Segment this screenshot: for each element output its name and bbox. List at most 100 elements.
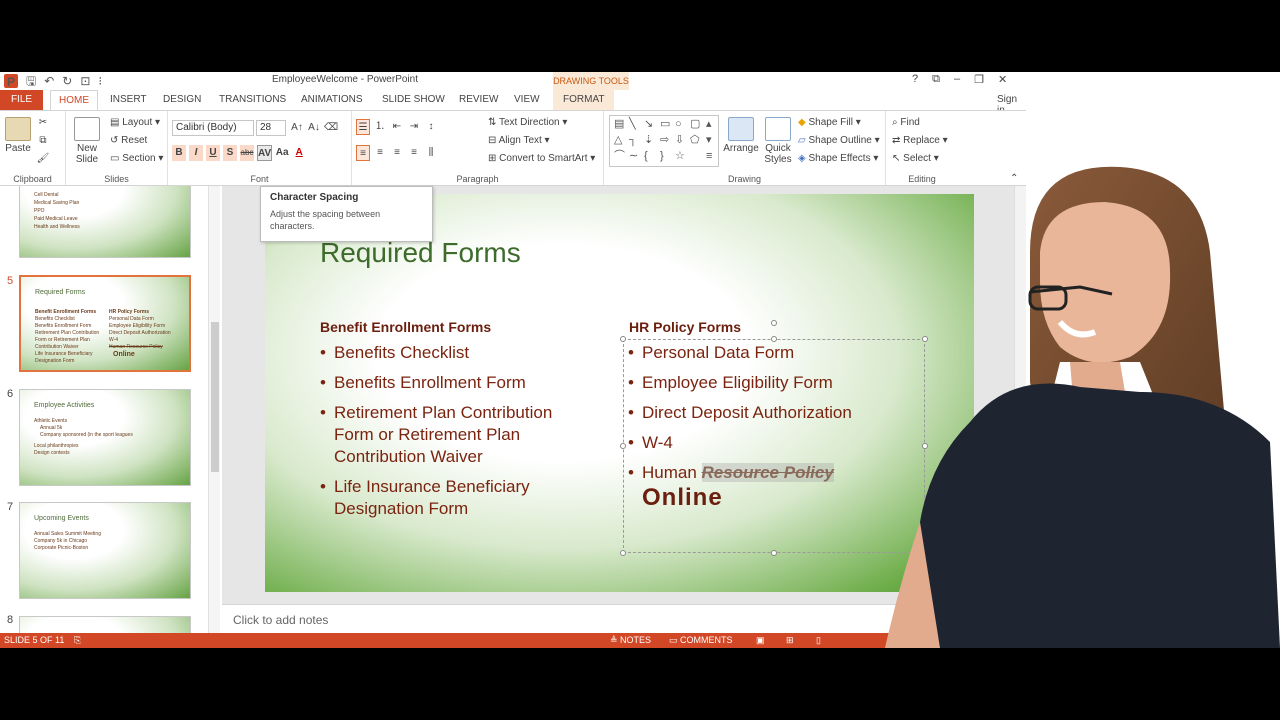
strikethrough-button[interactable]: abc xyxy=(240,145,254,161)
arrow-down-shape-icon[interactable]: ⇣ xyxy=(644,135,653,146)
rotate-handle-icon[interactable] xyxy=(771,320,777,326)
online-text[interactable]: Online xyxy=(642,484,723,512)
right-column-heading[interactable]: HR Policy Forms xyxy=(629,319,741,335)
shape-fill-button[interactable]: ◆ Shape Fill ▾ xyxy=(798,117,861,128)
help-icon[interactable]: ? xyxy=(912,73,918,86)
slide-thumbnail-8[interactable] xyxy=(19,616,191,633)
normal-view-icon[interactable]: ▣ xyxy=(756,635,765,646)
down-arrow-shape-icon[interactable]: ⇩ xyxy=(675,135,684,146)
star-shape-icon[interactable]: ☆ xyxy=(675,151,685,162)
minimize-icon[interactable]: – xyxy=(954,73,960,86)
list-item[interactable]: Human Resource Policy xyxy=(628,462,918,484)
tab-animations[interactable]: ANIMATIONS xyxy=(301,90,362,110)
gallery-up-icon[interactable]: ▴ xyxy=(706,119,712,130)
redo-icon[interactable]: ↻ xyxy=(62,73,72,89)
left-brace-shape-icon[interactable]: { xyxy=(644,151,648,162)
right-arrow-shape-icon[interactable]: ⇨ xyxy=(660,135,669,146)
align-center-icon[interactable]: ≡ xyxy=(373,145,387,161)
list-item[interactable]: Direct Deposit Authorization xyxy=(628,402,918,424)
elbow-connector-shape-icon[interactable]: ┐ xyxy=(629,135,637,146)
struck-text[interactable]: Resource Policy xyxy=(701,463,834,482)
close-icon[interactable]: ✕ xyxy=(998,73,1007,86)
undo-icon[interactable]: ↶ xyxy=(44,73,54,89)
thumbnails-scroll-thumb[interactable] xyxy=(211,322,219,472)
list-item[interactable]: Benefits Checklist xyxy=(320,342,590,364)
tab-review[interactable]: REVIEW xyxy=(459,90,498,110)
resize-handle[interactable] xyxy=(620,550,626,556)
save-icon[interactable]: 🖫 xyxy=(26,73,36,89)
tab-slide-show[interactable]: SLIDE SHOW xyxy=(382,90,445,110)
line-shape-icon[interactable]: ╲ xyxy=(629,119,636,130)
line-spacing-icon[interactable]: ↕ xyxy=(424,119,438,135)
tab-transitions[interactable]: TRANSITIONS xyxy=(219,90,286,110)
justify-icon[interactable]: ≡ xyxy=(407,145,421,161)
text-direction-button[interactable]: ⇅ Text Direction ▾ xyxy=(488,117,567,128)
list-item[interactable]: Retirement Plan Contribution Form or Ret… xyxy=(320,402,590,468)
copy-icon[interactable]: ⧉ xyxy=(36,133,50,149)
list-item[interactable]: Life Insurance Beneficiary Designation F… xyxy=(320,476,590,520)
tab-view[interactable]: VIEW xyxy=(514,90,540,110)
character-spacing-button[interactable]: AV xyxy=(257,145,273,161)
gallery-more-icon[interactable]: ≡ xyxy=(706,151,712,162)
align-left-icon[interactable]: ≡ xyxy=(356,145,370,161)
ribbon-display-icon[interactable]: ⧉ xyxy=(932,73,940,86)
font-size-box[interactable]: 28 xyxy=(256,120,286,136)
columns-icon[interactable]: ⫼ xyxy=(424,145,438,161)
bullets-icon[interactable]: ☰ xyxy=(356,119,370,135)
textbox-shape-icon[interactable]: ▤ xyxy=(614,119,624,130)
decrease-indent-icon[interactable]: ⇤ xyxy=(390,119,404,135)
font-color-button[interactable]: A xyxy=(292,145,306,161)
tab-file[interactable]: FILE xyxy=(0,90,43,110)
align-right-icon[interactable]: ≡ xyxy=(390,145,404,161)
right-bullet-list[interactable]: Personal Data Form Employee Eligibility … xyxy=(628,342,918,492)
cut-icon[interactable]: ✂ xyxy=(36,115,50,131)
start-from-beginning-icon[interactable]: ⊡ xyxy=(80,73,90,89)
gallery-down-icon[interactable]: ▾ xyxy=(706,135,712,146)
spell-check-icon[interactable]: ⎘ xyxy=(74,635,81,646)
arrange-button[interactable]: Arrange xyxy=(722,117,760,154)
find-button[interactable]: ⌕ Find xyxy=(892,117,920,128)
rounded-rect-shape-icon[interactable]: ▢ xyxy=(690,119,700,130)
grow-font-icon[interactable]: A↑ xyxy=(290,120,304,136)
paste-button[interactable]: Paste xyxy=(5,117,31,154)
tab-home[interactable]: HOME xyxy=(50,90,98,111)
left-column-heading[interactable]: Benefit Enrollment Forms xyxy=(320,319,491,335)
curve-shape-icon[interactable]: ⌒ xyxy=(614,151,625,162)
current-slide[interactable]: Required Forms Benefit Enrollment Forms … xyxy=(265,194,974,592)
new-slide-button[interactable]: New Slide xyxy=(72,117,102,165)
reading-view-icon[interactable]: ▯ xyxy=(816,635,821,646)
rectangle-shape-icon[interactable]: ▭ xyxy=(660,119,670,130)
arrow-line-shape-icon[interactable]: ↘ xyxy=(644,119,653,130)
right-brace-shape-icon[interactable]: } xyxy=(660,151,664,162)
notes-toggle[interactable]: ≜ NOTES xyxy=(610,635,651,646)
layout-button[interactable]: ▤ Layout ▾ xyxy=(110,117,160,128)
shape-effects-button[interactable]: ◈ Shape Effects ▾ xyxy=(798,153,878,164)
bold-button[interactable]: B xyxy=(172,145,186,161)
underline-button[interactable]: U xyxy=(206,145,220,161)
comments-toggle[interactable]: ▭ COMMENTS xyxy=(669,635,733,646)
font-name-box[interactable]: Calibri (Body) xyxy=(172,120,254,136)
shapes-gallery[interactable]: ▤ ╲ ↘ ▭ ○ ▢ △ ┐ ⇣ ⇨ ⇩ ⬠ ⌒ ∼ { } ☆ ▴ ▾ ≡ xyxy=(609,115,719,167)
change-case-button[interactable]: Aa xyxy=(275,145,289,161)
reset-button[interactable]: ↺ Reset xyxy=(110,135,147,146)
restore-icon[interactable]: ❐ xyxy=(974,73,984,86)
shrink-font-icon[interactable]: A↓ xyxy=(307,120,321,136)
list-item[interactable]: Personal Data Form xyxy=(628,342,918,364)
thumbnails-scrollbar[interactable] xyxy=(208,186,220,633)
shadow-button[interactable]: S xyxy=(223,145,237,161)
replace-button[interactable]: ⇄ Replace ▾ xyxy=(892,135,948,146)
increase-indent-icon[interactable]: ⇥ xyxy=(407,119,421,135)
pentagon-shape-icon[interactable]: ⬠ xyxy=(690,135,700,146)
tab-format[interactable]: FORMAT xyxy=(553,90,615,110)
slide-thumbnail-5[interactable]: Required Forms Benefit Enrollment Forms … xyxy=(19,275,191,372)
format-painter-icon[interactable]: 🖌 xyxy=(36,151,50,167)
resize-handle[interactable] xyxy=(620,336,626,342)
slide-thumbnail-7[interactable]: Upcoming Events Annual Sales Summit Meet… xyxy=(19,502,191,599)
list-item[interactable]: Employee Eligibility Form xyxy=(628,372,918,394)
list-item[interactable]: W-4 xyxy=(628,432,918,454)
clear-formatting-icon[interactable]: ⌫ xyxy=(324,120,338,136)
resize-handle[interactable] xyxy=(771,550,777,556)
triangle-shape-icon[interactable]: △ xyxy=(614,135,622,146)
shape-outline-button[interactable]: ▱ Shape Outline ▾ xyxy=(798,135,880,146)
list-item[interactable]: Benefits Enrollment Form xyxy=(320,372,590,394)
